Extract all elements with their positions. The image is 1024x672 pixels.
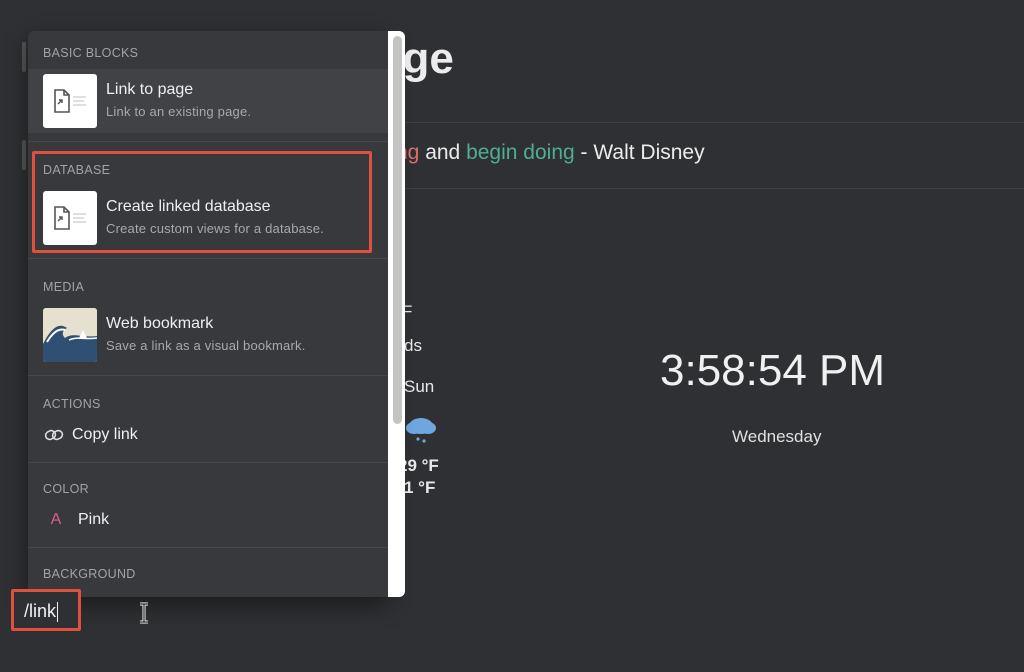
quote-author: - Walt Disney <box>574 141 705 164</box>
menu-item-copy-link[interactable]: Copy link <box>28 420 388 450</box>
page-link-icon <box>43 74 97 128</box>
quote-text: ng and begin doing - Walt Disney <box>396 141 705 165</box>
weather-conditions-fragment: ds <box>404 336 422 355</box>
menu-item-description: Save a link as a visual bookmark. <box>106 338 306 353</box>
slash-command-input[interactable]: /link <box>11 589 81 631</box>
menu-item-link-to-page[interactable]: Link to page Link to an existing page. <box>28 69 388 133</box>
section-header-actions: ACTIONS <box>43 397 101 411</box>
menu-item-title: Web bookmark <box>106 315 214 332</box>
divider <box>388 122 1024 123</box>
weather-low-fragment: 1 °F <box>404 478 436 497</box>
clock-time: 3:58:54 PM <box>660 346 886 395</box>
highlight-annotation-database <box>32 151 372 253</box>
input-value: /link <box>24 601 57 621</box>
menu-item-title: Link to page <box>106 81 194 98</box>
ibeam-cursor-icon <box>140 602 148 624</box>
menu-item-title: Copy link <box>72 426 138 443</box>
section-divider <box>28 141 388 142</box>
left-edge-marker <box>22 140 26 170</box>
section-header-basic-blocks: BASIC BLOCKS <box>43 46 139 60</box>
link-icon <box>43 424 65 446</box>
weather-day-fragment: Sun <box>404 377 435 396</box>
letter-a-pink-icon: A <box>50 511 62 528</box>
menu-item-description: Link to an existing page. <box>106 104 252 119</box>
section-divider <box>28 375 388 376</box>
input-text: /link <box>24 601 59 623</box>
slash-command-menu: BASIC BLOCKS Link to page Link to an exi… <box>28 31 388 597</box>
left-edge-marker <box>22 42 26 72</box>
section-divider <box>28 462 388 463</box>
rain-cloud-icon <box>406 418 436 443</box>
menu-item-web-bookmark[interactable]: Web bookmark Save a link as a visual boo… <box>28 303 388 367</box>
menu-item-title: Pink <box>78 511 110 528</box>
wave-image-icon <box>43 308 97 362</box>
divider <box>388 188 1024 189</box>
section-header-color: COLOR <box>43 482 89 496</box>
quote-middle: and <box>419 141 467 164</box>
menu-scrollbar-thumb[interactable] <box>393 36 402 424</box>
text-caret <box>57 602 59 623</box>
section-header-media: MEDIA <box>43 280 85 294</box>
section-header-background: BACKGROUND <box>43 567 136 581</box>
menu-item-pink[interactable]: A Pink <box>28 505 388 535</box>
section-divider <box>28 258 388 259</box>
quote-green-fragment: begin doing <box>466 141 575 164</box>
clock-day: Wednesday <box>732 427 822 446</box>
section-divider <box>28 547 388 548</box>
